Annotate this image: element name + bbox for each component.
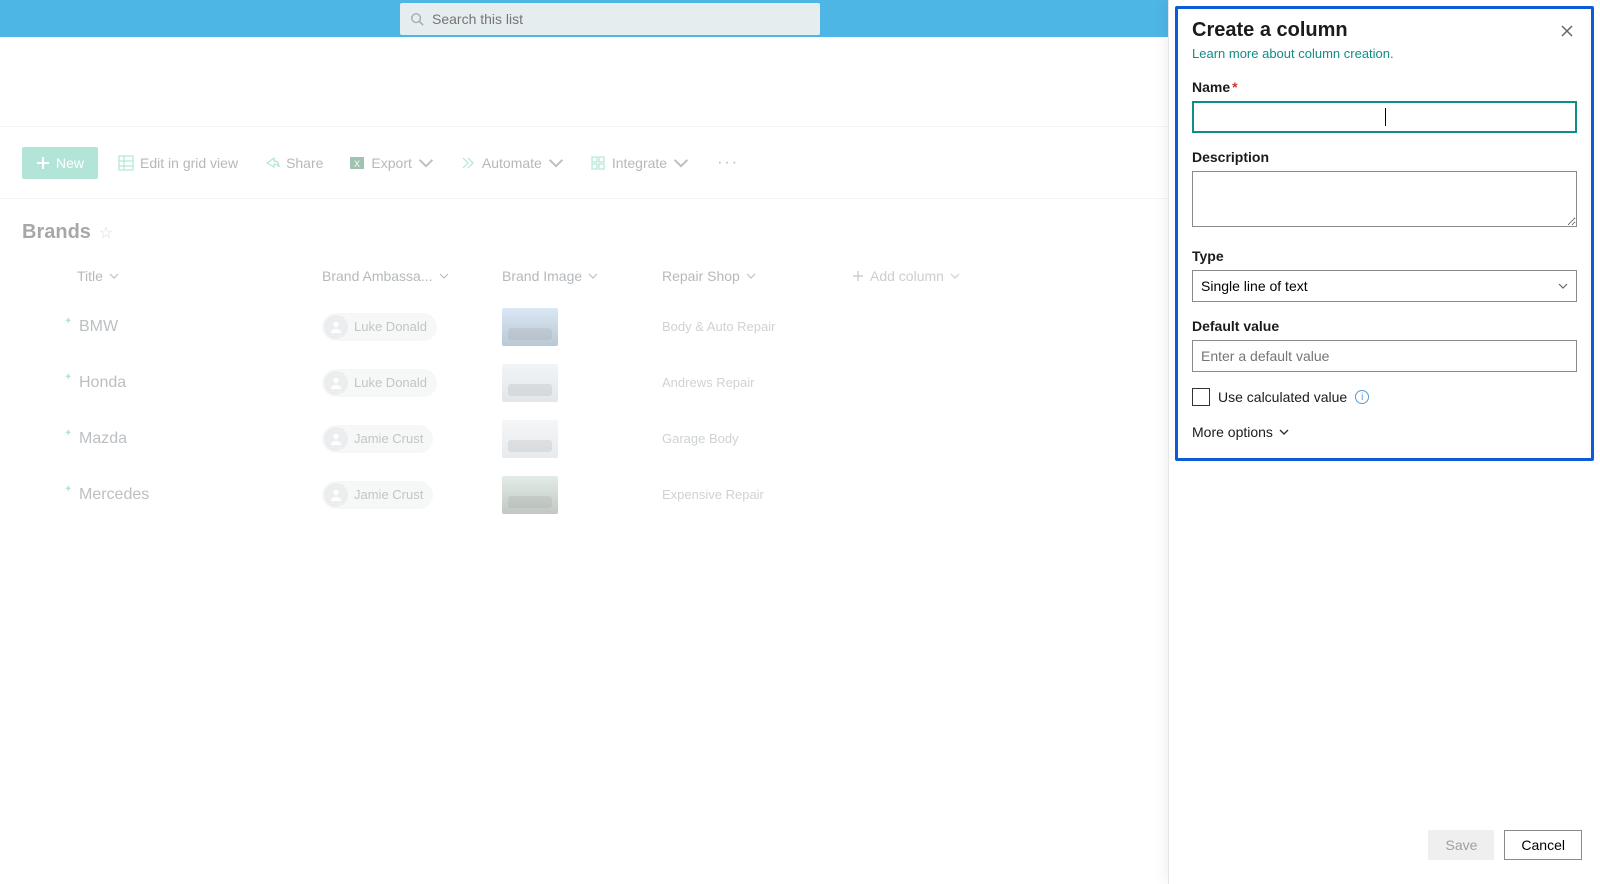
- grid-icon: [118, 155, 134, 171]
- info-icon[interactable]: i: [1355, 390, 1369, 404]
- favorite-star-icon[interactable]: ☆: [99, 223, 113, 243]
- repair-shop-value: Body & Auto Repair: [662, 319, 775, 334]
- avatar-icon: [324, 427, 348, 451]
- image-thumbnail[interactable]: [502, 476, 558, 514]
- new-item-indicator-icon: ✦: [64, 316, 72, 327]
- svg-text:X: X: [354, 159, 360, 169]
- search-icon: [410, 12, 424, 26]
- person-name: Jamie Crust: [354, 431, 423, 446]
- person-chip[interactable]: Luke Donald: [322, 369, 437, 397]
- chevron-down-icon: [1279, 427, 1289, 437]
- plus-icon: [852, 270, 864, 282]
- export-button[interactable]: X Export: [343, 151, 439, 175]
- panel-highlight-box: Create a column Learn more about column …: [1175, 6, 1594, 461]
- chevron-down-icon: [950, 271, 960, 281]
- share-icon: [264, 155, 280, 171]
- cancel-button[interactable]: Cancel: [1504, 830, 1582, 860]
- panel-title: Create a column: [1192, 19, 1348, 42]
- column-header-image[interactable]: Brand Image: [502, 268, 662, 284]
- person-name: Luke Donald: [354, 375, 427, 390]
- chevron-down-icon: [673, 155, 689, 171]
- new-item-indicator-icon: ✦: [64, 428, 72, 439]
- person-chip[interactable]: Luke Donald: [322, 313, 437, 341]
- new-button[interactable]: New: [22, 147, 98, 179]
- repair-shop-value: Expensive Repair: [662, 487, 764, 502]
- new-button-label: New: [56, 155, 84, 171]
- chevron-down-icon: [109, 271, 119, 281]
- flow-icon: [460, 155, 476, 171]
- learn-more-link[interactable]: Learn more about column creation.: [1192, 46, 1394, 61]
- column-header-ambassador-label: Brand Ambassa...: [322, 268, 433, 284]
- panel-footer: Save Cancel: [1169, 824, 1600, 884]
- column-header-repair[interactable]: Repair Shop: [662, 268, 852, 284]
- excel-icon: X: [349, 155, 365, 171]
- integrate-button[interactable]: Integrate: [584, 151, 695, 175]
- add-column-button[interactable]: Add column: [852, 268, 1012, 284]
- repair-shop-value: Garage Body: [662, 431, 739, 446]
- save-button[interactable]: Save: [1428, 830, 1494, 860]
- more-commands-button[interactable]: ···: [709, 154, 747, 172]
- chevron-down-icon: [418, 155, 434, 171]
- avatar-icon: [324, 483, 348, 507]
- column-header-ambassador[interactable]: Brand Ambassa...: [322, 268, 502, 284]
- default-value-field-label: Default value: [1192, 318, 1577, 334]
- avatar-icon: [324, 315, 348, 339]
- repair-shop-value: Andrews Repair: [662, 375, 755, 390]
- person-chip[interactable]: Jamie Crust: [322, 481, 433, 509]
- new-item-indicator-icon: ✦: [64, 484, 72, 495]
- list-title: Brands: [22, 221, 91, 244]
- close-icon: [1560, 24, 1574, 38]
- description-input[interactable]: [1192, 171, 1577, 227]
- avatar-icon: [324, 371, 348, 395]
- close-panel-button[interactable]: [1557, 21, 1577, 41]
- create-column-panel: Create a column Learn more about column …: [1168, 0, 1600, 884]
- chevron-down-icon: [1558, 281, 1568, 291]
- type-select[interactable]: Single line of text: [1192, 270, 1577, 302]
- column-header-title-label: Title: [77, 268, 103, 284]
- automate-button[interactable]: Automate: [454, 151, 570, 175]
- calculated-value-checkbox[interactable]: [1192, 388, 1210, 406]
- edit-grid-view-button[interactable]: Edit in grid view: [112, 151, 244, 175]
- integrate-label: Integrate: [612, 155, 667, 171]
- description-field-label: Description: [1192, 149, 1577, 165]
- share-label: Share: [286, 155, 323, 171]
- column-header-repair-label: Repair Shop: [662, 268, 740, 284]
- column-header-image-label: Brand Image: [502, 268, 582, 284]
- edit-grid-view-label: Edit in grid view: [140, 155, 238, 171]
- chevron-down-icon: [746, 271, 756, 281]
- share-button[interactable]: Share: [258, 151, 329, 175]
- export-label: Export: [371, 155, 411, 171]
- type-select-value: Single line of text: [1201, 278, 1308, 294]
- chevron-down-icon: [439, 271, 449, 281]
- integrate-icon: [590, 155, 606, 171]
- type-field-label: Type: [1192, 248, 1577, 264]
- calculated-value-label: Use calculated value: [1218, 389, 1347, 405]
- more-options-toggle[interactable]: More options: [1192, 424, 1577, 440]
- add-column-label: Add column: [870, 268, 944, 284]
- image-thumbnail[interactable]: [502, 308, 558, 346]
- person-name: Luke Donald: [354, 319, 427, 334]
- new-item-indicator-icon: ✦: [64, 372, 72, 383]
- person-chip[interactable]: Jamie Crust: [322, 425, 433, 453]
- row-title: Honda: [77, 374, 126, 392]
- column-header-title[interactable]: Title: [22, 268, 322, 284]
- default-value-input[interactable]: [1192, 340, 1577, 372]
- calculated-value-checkbox-row: Use calculated value i: [1192, 388, 1577, 406]
- chevron-down-icon: [588, 271, 598, 281]
- image-thumbnail[interactable]: [502, 364, 558, 402]
- automate-label: Automate: [482, 155, 542, 171]
- search-input[interactable]: [432, 11, 810, 27]
- image-thumbnail[interactable]: [502, 420, 558, 458]
- text-cursor: [1385, 108, 1386, 126]
- plus-icon: [36, 156, 50, 170]
- name-field-label: Name*: [1192, 79, 1577, 95]
- search-box[interactable]: [400, 3, 820, 35]
- row-title: BMW: [77, 318, 118, 336]
- row-title: Mercedes: [77, 486, 149, 504]
- person-name: Jamie Crust: [354, 487, 423, 502]
- more-options-label: More options: [1192, 424, 1273, 440]
- chevron-down-icon: [548, 155, 564, 171]
- row-title: Mazda: [77, 430, 127, 448]
